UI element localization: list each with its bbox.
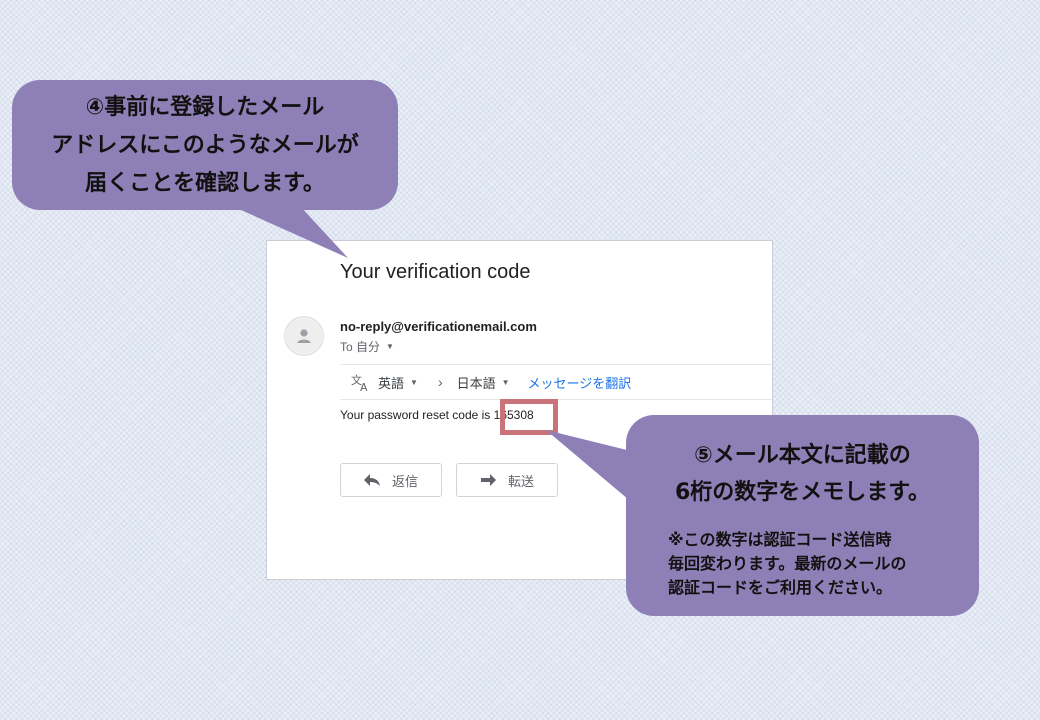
callout-step5: ⑤メール本文に記載の 6桁の数字をメモします。 ※この数字は認証コード送信時 毎…	[626, 415, 979, 616]
callout-step4-line: ④事前に登録したメール	[85, 95, 325, 120]
callout-step5-note-line: 毎回変わります。最新のメールの	[668, 554, 907, 573]
callout-step4-line: アドレスにこのようなメールが	[51, 133, 359, 158]
callout-step5-note-line: ※この数字は認証コード送信時	[668, 530, 892, 549]
callout-step5-main: ⑤メール本文に記載の 6桁の数字をメモします。	[626, 437, 979, 511]
callout-step4: ④事前に登録したメール アドレスにこのようなメールが 届くことを確認します。	[12, 80, 398, 210]
callout-step5-note: ※この数字は認証コード送信時 毎回変わります。最新のメールの 認証コードをご利用…	[668, 528, 906, 600]
callout-step5-line: 6桁の数字をメモします。	[674, 480, 931, 505]
callout-step4-line: 届くことを確認します。	[85, 171, 325, 196]
callout-step5-note-line: 認証コードをご利用ください。	[668, 578, 893, 597]
callout-step5-line: ⑤メール本文に記載の	[694, 443, 911, 468]
